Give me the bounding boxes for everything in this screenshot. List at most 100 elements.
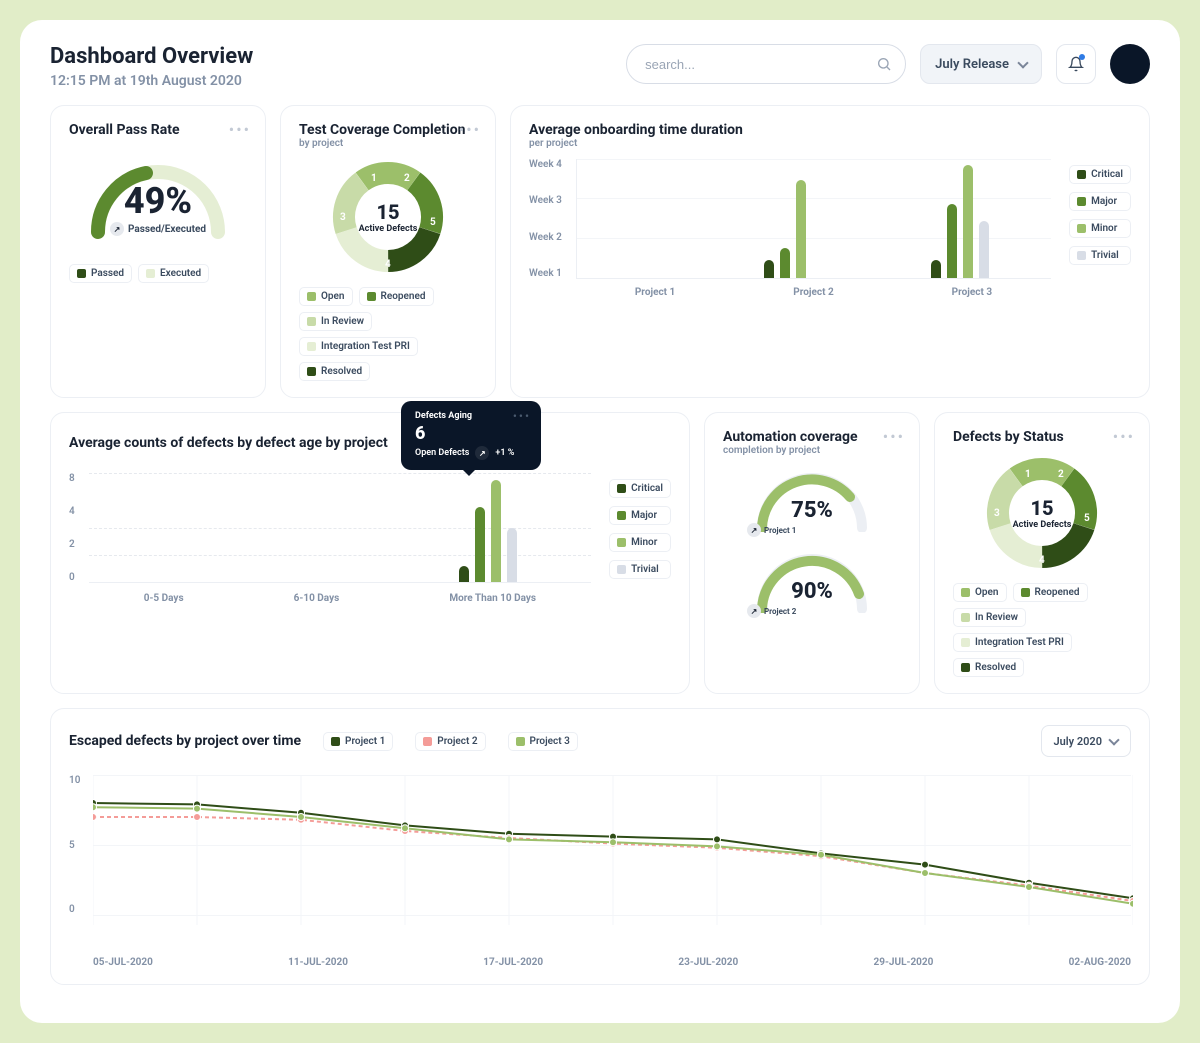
legend-item: Major [1069,192,1131,211]
pass-rate-value: 49% [110,180,206,222]
card-menu-button[interactable]: ••• [1113,427,1135,446]
notifications-button[interactable] [1056,44,1096,84]
tooltip-defects-aging: ••• Defects Aging 6 Open Defects ↗ +1 % [401,401,541,470]
bar-group-project-3 [931,159,989,278]
svg-text:5: 5 [430,217,436,228]
legend-item: Integration Test PRI [299,337,418,356]
x-axis: 05-JUL-2020 11-JUL-2020 17-JUL-2020 23-J… [93,957,1131,968]
card-title: Average counts of defects by defect age … [69,435,671,451]
donut-center: 15 Active Defects [1013,496,1072,530]
legend-item: Minor [1069,219,1131,238]
legend-item: Trivial [609,560,671,579]
card-title: Overall Pass Rate [69,122,247,138]
arrow-icon: ↗ [475,446,489,460]
pass-legend: Passed Executed [69,264,247,283]
pass-rate-sub: Passed/Executed [128,224,206,235]
legend-item: Passed [69,264,132,283]
chevron-down-icon [1017,57,1028,68]
legend-item: Project 3 [508,732,578,751]
bar-group-project-2 [764,159,806,278]
defect-age-legend: Critical Major Minor Trivial [609,479,671,604]
row-1: ••• Overall Pass Rate 49% ↗ Passed/Execut… [50,105,1150,398]
card-title: Test Coverage Completion [299,122,477,138]
release-dropdown[interactable]: July Release [920,44,1042,84]
line-chart-svg [93,775,1133,925]
card-test-coverage: ••• Test Coverage Completion by project … [280,105,496,398]
legend-item: Reopened [1013,583,1088,602]
svg-text:4: 4 [385,259,391,270]
card-sub: by project [299,138,477,149]
page-timestamp: 12:15 PM at 19th August 2020 [50,73,253,89]
legend-item: Project 2 [415,732,485,751]
legend-item: Resolved [299,362,370,381]
card-sub: per project [529,138,1131,149]
legend-item: In Review [953,608,1026,627]
legend-item: Executed [138,264,209,283]
svg-text:2: 2 [404,173,410,184]
onboarding-legend: Critical Major Minor Trivial [1069,165,1131,298]
donut-center: 15 Active Defects [359,200,418,234]
avatar[interactable] [1110,44,1150,84]
legend-item: Critical [609,479,671,498]
search-icon [876,56,892,76]
page-title: Dashboard Overview [50,44,253,69]
legend-item: Open [299,287,353,306]
bar-group [459,473,517,582]
svg-text:4: 4 [1039,555,1045,566]
card-title: Average onboarding time duration [529,122,1131,138]
svg-text:2: 2 [1058,469,1064,480]
card-title: Defects by Status [953,429,1131,445]
onboarding-chart: Week 4 Week 3 Week 2 Week 1 [529,159,1131,298]
svg-text:3: 3 [994,508,1000,519]
card-defect-age: Average counts of defects by defect age … [50,412,690,694]
escaped-date-dropdown[interactable]: July 2020 [1041,725,1131,757]
legend-item: Trivial [1069,246,1131,265]
escaped-line-chart: 10 5 0 [93,775,1131,945]
arrow-icon: ↗ [747,604,761,618]
svg-text:3: 3 [340,212,346,223]
legend-item: Major [609,506,671,525]
row-2: Average counts of defects by defect age … [50,412,1150,694]
release-label: July Release [935,57,1009,72]
pass-rate-gauge: 49% ↗ Passed/Executed [69,150,247,236]
svg-text:1: 1 [371,173,377,184]
coverage-legend: Open Reopened In Review Integration Test… [299,287,477,381]
y-axis: Week 4 Week 3 Week 2 Week 1 [529,159,562,279]
bell-icon [1068,56,1084,72]
dashboard-app: Dashboard Overview 12:15 PM at 19th Augu… [20,20,1180,1023]
arrow-icon: ↗ [747,523,761,537]
defects-status-legend: Open Reopened In Review Integration Test… [953,583,1131,677]
search-input[interactable] [626,44,906,84]
legend-item: Open [953,583,1007,602]
search [626,44,906,84]
coverage-donut: 1 2 3 4 5 15 Active Defects [299,157,477,277]
card-sub: completion by project [723,445,901,456]
tooltip-menu-button[interactable]: ••• [513,409,531,423]
header: Dashboard Overview 12:15 PM at 19th Augu… [50,44,1150,89]
tooltip-label: Open Defects [415,448,469,458]
defects-donut: 1 2 3 4 5 15 Active Defects [953,453,1131,573]
arrow-icon: ↗ [110,222,124,236]
row-3: Escaped defects by project over time Pro… [50,708,1150,985]
tooltip-value: 6 [415,423,527,444]
legend-item: Integration Test PRI [953,633,1072,652]
svg-text:5: 5 [1084,513,1090,524]
y-axis: 8 4 2 0 [69,473,75,583]
card-title: Escaped defects by project over time [69,733,301,749]
legend-item: Reopened [359,287,434,306]
card-menu-button[interactable]: ••• [229,120,251,139]
card-title: Automation coverage [723,429,901,445]
header-left: Dashboard Overview 12:15 PM at 19th Augu… [50,44,253,89]
header-right: July Release [626,44,1150,84]
card-escaped-defects: Escaped defects by project over time Pro… [50,708,1150,985]
tooltip-title: Defects Aging [415,411,527,421]
card-pass-rate: ••• Overall Pass Rate 49% ↗ Passed/Execut… [50,105,266,398]
card-menu-button[interactable]: ••• [459,120,481,139]
legend-item: Minor [609,533,671,552]
legend-item: In Review [299,312,372,331]
card-automation: ••• Automation coverage completion by pr… [704,412,920,694]
legend-item: Resolved [953,658,1024,677]
legend-item: Critical [1069,165,1131,184]
card-menu-button[interactable]: ••• [883,427,905,446]
y-axis: 10 5 0 [69,775,80,915]
